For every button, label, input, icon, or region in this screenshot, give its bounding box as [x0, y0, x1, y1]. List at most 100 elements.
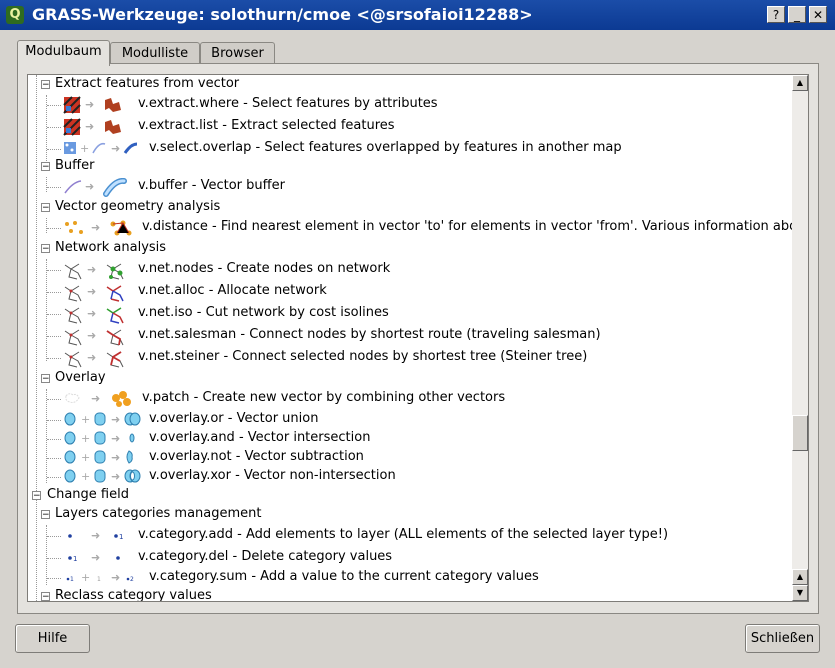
- scroll-up-button[interactable]: ▲: [792, 75, 808, 91]
- tab-browser[interactable]: Browser: [200, 42, 275, 64]
- tree-module-category-sum[interactable]: 1 + 1 ➜ 2 v.category.sum - Add a value t…: [28, 568, 792, 588]
- tree-category-layers[interactable]: − Layers categories management: [28, 505, 792, 525]
- module-tree[interactable]: − Extract features from vector ➜ v.extra…: [27, 74, 809, 602]
- svg-text:1: 1: [119, 533, 123, 541]
- network-icon: [64, 307, 82, 324]
- tree-module-patch[interactable]: ➜ v.patch - Create new vector by combini…: [28, 389, 792, 409]
- tab-modulbaum[interactable]: Modulbaum: [17, 40, 110, 66]
- arrow-icon: ➜: [85, 120, 95, 133]
- tree-module-extract-where[interactable]: ➜ v.extract.where - Select features by a…: [28, 95, 792, 115]
- union-icon: [124, 412, 141, 426]
- tree-module-category-add[interactable]: ➜ 1 v.category.add - Add elements to lay…: [28, 526, 792, 546]
- tree-category-overlay[interactable]: − Overlay: [28, 369, 792, 389]
- network-icon: [64, 263, 82, 280]
- module-label: v.overlay.and - Vector intersection: [149, 430, 371, 445]
- tree-module-overlay-not[interactable]: + ➜ v.overlay.not - Vector subtraction: [28, 448, 792, 468]
- module-label: v.buffer - Vector buffer: [138, 178, 285, 193]
- scroll-up-button-lower[interactable]: ▲: [792, 569, 808, 585]
- tree-module-extract-list[interactable]: ➜ v.extract.list - Extract selected feat…: [28, 117, 792, 137]
- module-label: v.net.nodes - Create nodes on network: [138, 261, 391, 276]
- tree-module-distance[interactable]: ➜ v.distance - Find nearest element in v…: [28, 218, 808, 238]
- extract-result-icon: [105, 98, 121, 112]
- line-icon: [64, 180, 82, 194]
- area-a-icon: [64, 412, 76, 426]
- net-iso-icon: [106, 307, 124, 324]
- value-icon: 1: [97, 576, 101, 583]
- category-point-icon: 1: [68, 555, 77, 563]
- tree-category-buffer[interactable]: − Buffer: [28, 157, 792, 177]
- module-label: v.extract.where - Select features by att…: [138, 96, 438, 111]
- module-label: v.category.sum - Add a value to the curr…: [149, 569, 539, 584]
- module-label: v.category.add - Add elements to layer (…: [138, 527, 669, 542]
- category-label: Buffer: [55, 158, 95, 173]
- category-label: Reclass category values: [55, 588, 212, 602]
- arrow-icon: ➜: [87, 351, 97, 364]
- scroll-down-button[interactable]: ▼: [792, 585, 808, 601]
- tab-modulliste[interactable]: Modulliste: [110, 42, 200, 64]
- module-label: v.category.del - Delete category values: [138, 549, 393, 564]
- collapse-icon[interactable]: −: [41, 244, 50, 254]
- tree-module-net-alloc[interactable]: ➜ v.net.alloc - Allocate network: [28, 282, 792, 302]
- title-bar: Q GRASS-Werkzeuge: solothurn/cmoe <@srso…: [0, 0, 835, 30]
- tree-scrollbar[interactable]: ▲ ▲ ▼: [792, 75, 808, 601]
- arrow-icon: ➜: [111, 432, 121, 445]
- arrow-icon: ➜: [85, 180, 95, 193]
- network-icon: [64, 285, 82, 302]
- scroll-thumb[interactable]: [792, 415, 808, 451]
- plus-icon: +: [81, 413, 91, 426]
- module-label: v.overlay.or - Vector union: [149, 411, 319, 426]
- category-label: Extract features from vector: [55, 76, 240, 91]
- tree-module-net-iso[interactable]: ➜ v.net.iso - Cut network by cost isolin…: [28, 304, 792, 324]
- extract-result-icon: [105, 120, 121, 134]
- arrow-icon: ➜: [85, 98, 95, 111]
- svg-text:1: 1: [97, 576, 101, 583]
- area-b-icon: [94, 412, 106, 426]
- window-title: GRASS-Werkzeuge: solothurn/cmoe <@srsofa…: [32, 5, 533, 24]
- network-icon: [64, 329, 82, 346]
- tree-category-geometry[interactable]: − Vector geometry analysis: [28, 198, 792, 218]
- tree-module-buffer[interactable]: ➜ v.buffer - Vector buffer: [28, 177, 792, 197]
- net-salesman-icon: [106, 329, 124, 346]
- plus-icon: +: [80, 142, 90, 155]
- tree-category-network[interactable]: − Network analysis: [28, 239, 792, 259]
- collapse-icon[interactable]: −: [41, 80, 50, 90]
- help-button[interactable]: Hilfe: [15, 624, 90, 653]
- xor-icon: [124, 469, 141, 483]
- collapse-icon[interactable]: −: [41, 162, 50, 172]
- tree-category-reclass[interactable]: − Reclass category values: [28, 587, 792, 602]
- tree-module-overlay-or[interactable]: + ➜ v.overlay.or - Vector union: [28, 410, 792, 430]
- tree-module-category-del[interactable]: 1 ➜ v.category.del - Delete category val…: [28, 548, 792, 568]
- tree-module-overlay-and[interactable]: + ➜ v.overlay.and - Vector intersection: [28, 429, 792, 449]
- tree-module-net-nodes[interactable]: ➜ v.net.nodes - Create nodes on network: [28, 260, 792, 280]
- tree-module-net-steiner[interactable]: ➜ v.net.steiner - Connect selected nodes…: [28, 348, 792, 368]
- collapse-icon[interactable]: −: [41, 203, 50, 213]
- svg-text:1: 1: [70, 576, 74, 583]
- category-del-icon: [116, 556, 120, 560]
- category-add-icon: 1: [114, 533, 123, 541]
- close-button[interactable]: Schließen: [745, 624, 820, 653]
- tree-module-net-salesman[interactable]: ➜ v.net.salesman - Connect nodes by shor…: [28, 326, 792, 346]
- arrow-icon: ➜: [87, 285, 97, 298]
- vector-areas-icon: [63, 118, 81, 136]
- tree-category-extract[interactable]: − Extract features from vector: [28, 75, 792, 95]
- module-label: v.net.alloc - Allocate network: [138, 283, 327, 298]
- collapse-icon[interactable]: −: [41, 592, 50, 601]
- tree-category-change-field[interactable]: − Change field: [28, 486, 792, 506]
- qgis-app-icon: Q: [6, 6, 24, 24]
- module-label: v.select.overlap - Select features overl…: [149, 140, 622, 155]
- network-icon: [64, 351, 82, 368]
- patch-icon: [112, 391, 131, 407]
- tree-module-overlay-xor[interactable]: + ➜ v.overlay.xor - Vector non-intersect…: [28, 467, 792, 487]
- help-title-button[interactable]: ?: [767, 6, 785, 23]
- collapse-icon[interactable]: −: [41, 510, 50, 520]
- close-window-button[interactable]: ✕: [809, 6, 827, 23]
- plus-icon: +: [81, 470, 91, 483]
- module-label: v.extract.list - Extract selected featur…: [138, 118, 395, 133]
- minimize-button[interactable]: _: [788, 6, 806, 23]
- collapse-icon[interactable]: −: [41, 374, 50, 384]
- overlap-result-icon: [123, 142, 138, 154]
- points-icon: [64, 142, 76, 154]
- tree-module-select-overlap[interactable]: + ➜ v.select.overlap - Select features o…: [28, 139, 792, 159]
- vectors-icon: [65, 393, 80, 403]
- collapse-icon[interactable]: −: [32, 491, 41, 501]
